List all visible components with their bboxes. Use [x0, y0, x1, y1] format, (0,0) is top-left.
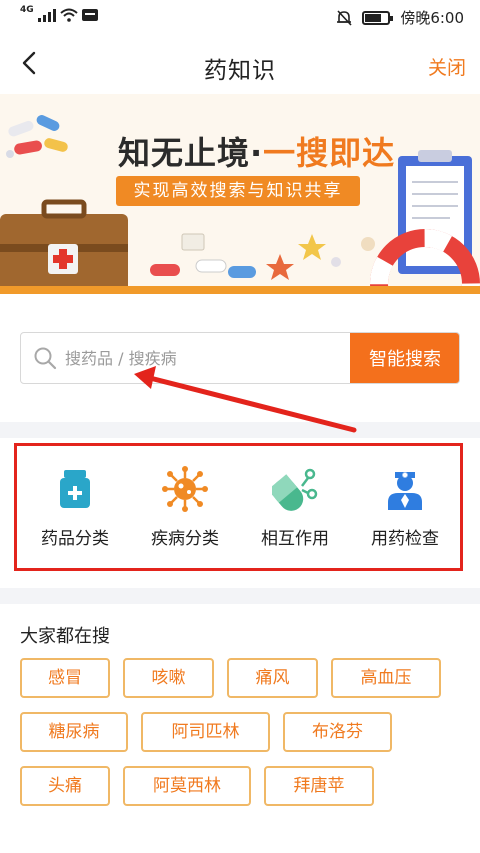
banner-tagline: 实现高效搜索与知识共享	[116, 176, 360, 206]
search-icon	[34, 347, 57, 370]
signal-icon	[37, 8, 56, 22]
hot-search-chip[interactable]: 痛风	[227, 658, 318, 698]
virus-icon	[162, 466, 208, 512]
category-drug-classification[interactable]: 药品分类	[20, 466, 130, 566]
hot-search-chip[interactable]: 感冒	[20, 658, 110, 698]
capsule-interaction-icon	[272, 468, 318, 511]
medicine-bottle-icon	[60, 470, 90, 508]
doctor-icon	[388, 472, 422, 510]
category-label: 用药检查	[371, 529, 439, 549]
notification-app-icon	[81, 9, 98, 21]
network-type: 4G	[20, 5, 34, 15]
status-left: 4G	[20, 5, 98, 22]
banner-headline-part1: 知无止境·	[118, 134, 264, 172]
hot-search-section: 大家都在搜 感冒 咳嗽 痛风 高血压 糖尿病 阿司匹林 布洛芬 头痛 阿莫西林 …	[0, 604, 480, 853]
category-interactions[interactable]: 相互作用	[240, 466, 350, 566]
hot-search-heading: 大家都在搜	[20, 626, 110, 647]
search-section: 智能搜索	[0, 294, 480, 422]
status-bar: 4G 傍晚6:00	[0, 0, 480, 34]
hot-search-chip[interactable]: 布洛芬	[283, 712, 392, 752]
category-label: 相互作用	[261, 529, 329, 549]
category-label: 药品分类	[41, 529, 109, 549]
category-disease-classification[interactable]: 疾病分类	[130, 466, 240, 566]
close-button[interactable]: 关闭	[428, 53, 466, 80]
page-title: 药知识	[204, 58, 276, 84]
status-right: 傍晚6:00	[336, 7, 464, 28]
battery-icon	[362, 10, 394, 25]
category-section: 药品分类 疾病分类 相互作用 用药检查	[0, 438, 480, 588]
hot-search-chip[interactable]: 头痛	[20, 766, 110, 806]
pills-illustration	[6, 115, 68, 158]
hot-search-chip[interactable]: 高血压	[331, 658, 441, 698]
category-grid: 药品分类 疾病分类 相互作用 用药检查	[20, 466, 460, 566]
section-divider	[0, 588, 480, 604]
hot-search-chip[interactable]: 拜唐苹	[264, 766, 374, 806]
banner-headline: 知无止境·一搜即达	[118, 128, 395, 174]
hot-search-chip[interactable]: 糖尿病	[20, 712, 128, 752]
medicine-items-illustration	[150, 233, 375, 280]
banner-headline-part2: 一搜即达	[263, 134, 396, 172]
status-time: 傍晚6:00	[400, 9, 464, 27]
mute-bell-icon	[337, 9, 352, 26]
search-input[interactable]	[65, 333, 345, 383]
hot-search-chip[interactable]: 阿莫西林	[123, 766, 251, 806]
wifi-icon	[59, 8, 78, 22]
banner-bottom-stripe	[0, 286, 480, 294]
promo-banner: 知无止境·一搜即达 实现高效搜索与知识共享	[0, 94, 480, 294]
smart-search-button[interactable]: 智能搜索	[350, 333, 459, 383]
hot-search-chip[interactable]: 咳嗽	[123, 658, 214, 698]
nav-bar: 药知识 关闭	[0, 34, 480, 94]
medical-suitcase-illustration	[0, 199, 128, 294]
hot-search-chip[interactable]: 阿司匹林	[141, 712, 270, 752]
category-medication-check[interactable]: 用药检查	[350, 466, 460, 566]
category-label: 疾病分类	[151, 529, 219, 549]
search-box: 智能搜索	[20, 332, 460, 384]
